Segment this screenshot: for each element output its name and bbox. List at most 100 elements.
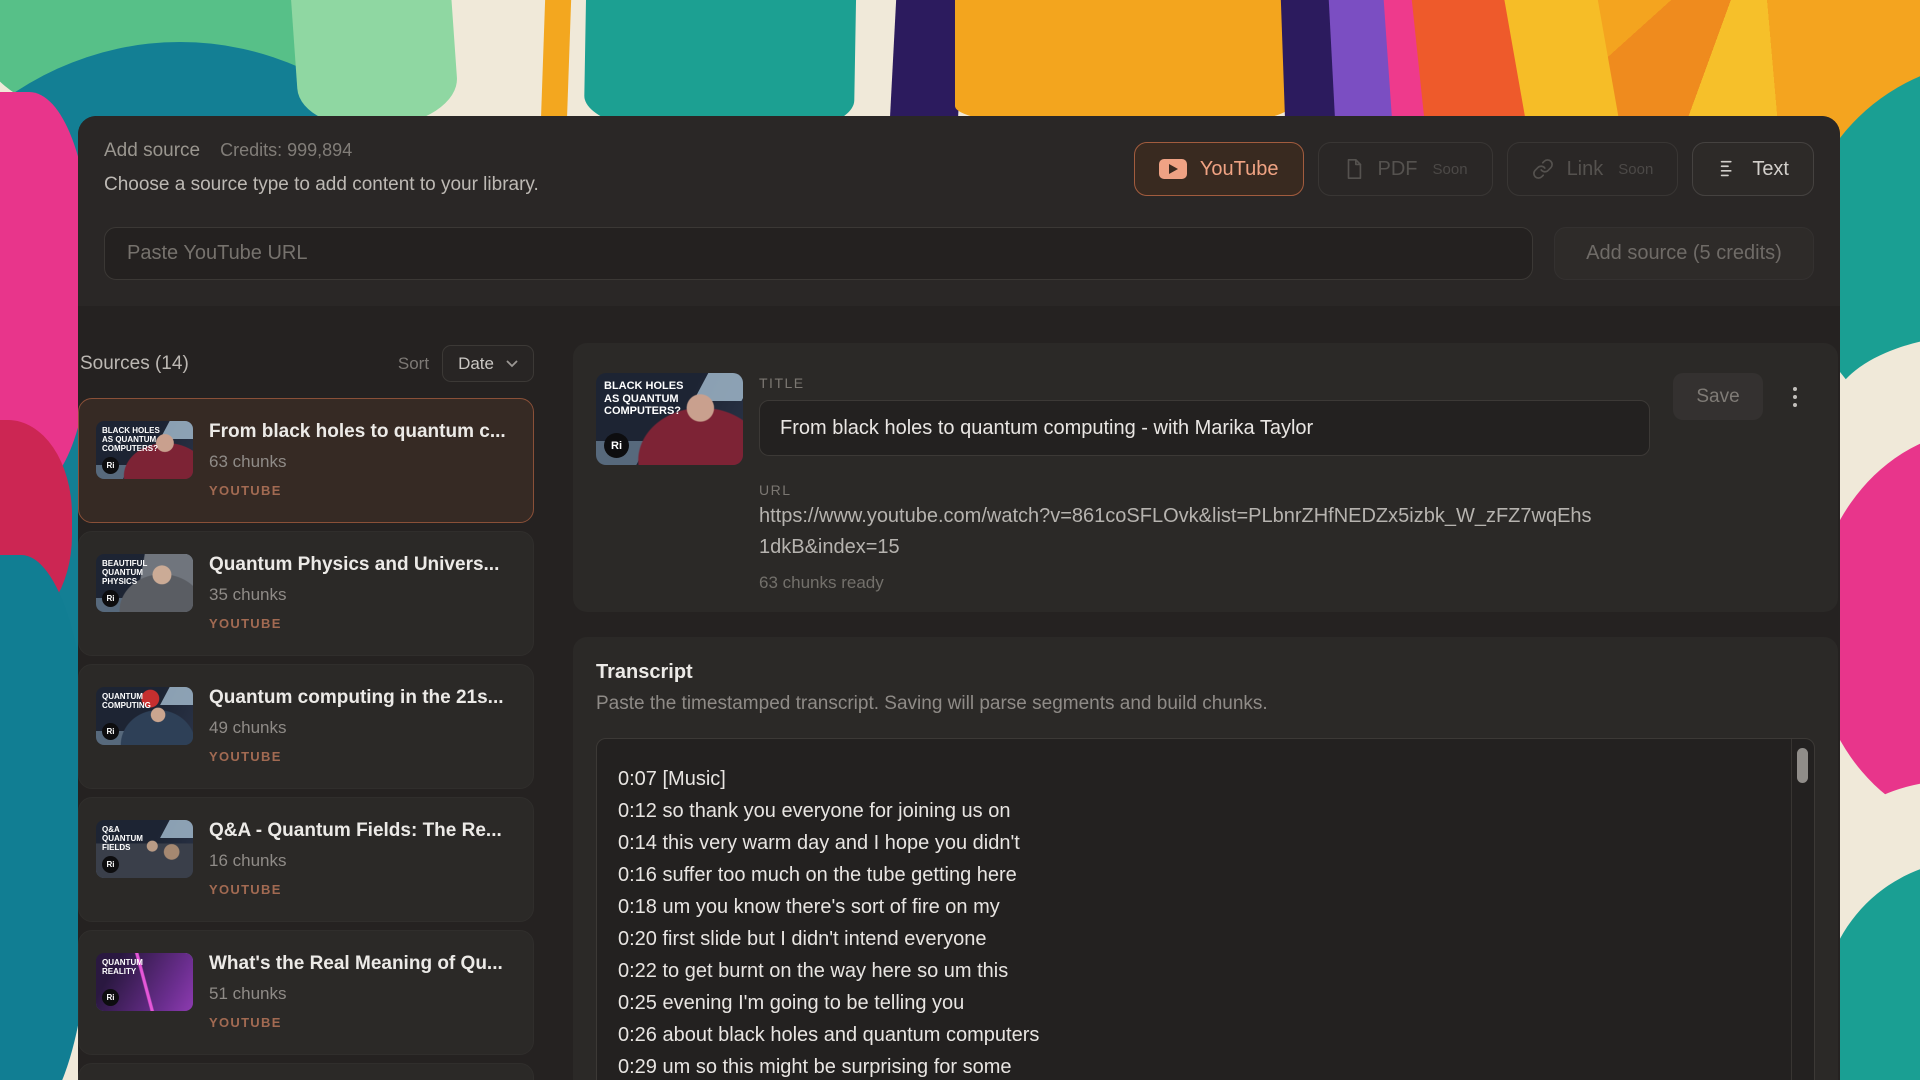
source-type-label: Link	[1567, 158, 1604, 181]
thumb-caption: Beautiful quantum physics	[102, 559, 162, 587]
source-type-pdf-button[interactable]: PDF Soon	[1318, 142, 1493, 196]
source-item-chunks: 16 chunks	[209, 851, 519, 871]
video-thumbnail: Q&A quantum fields Ri	[96, 820, 193, 878]
source-item-title: What's the Real Meaning of Qu...	[209, 953, 519, 975]
scrollbar-track[interactable]	[1791, 739, 1814, 1080]
sources-header: Sources (14) Sort Date	[80, 345, 534, 382]
source-type-label: PDF	[1378, 158, 1418, 181]
youtube-icon	[1159, 159, 1187, 179]
wallpaper-shape	[889, 0, 964, 134]
chevron-down-icon	[506, 360, 518, 368]
source-item-chunks: 63 chunks	[209, 452, 519, 472]
detail-video-thumbnail: Black holes as quantum computers? Ri	[596, 373, 743, 465]
app-panel: Add source Credits: 999,894 Choose a sou…	[78, 116, 1840, 1080]
add-source-button[interactable]: Add source (5 credits)	[1554, 227, 1814, 280]
ri-logo-badge: Ri	[102, 723, 119, 740]
more-options-kebab-icon[interactable]	[1781, 383, 1809, 411]
source-type-text-button[interactable]: Text	[1692, 142, 1814, 196]
transcript-line: 0:29 um so this might be surprising for …	[618, 1051, 1768, 1080]
transcript-line: 0:12 so thank you everyone for joining u…	[618, 795, 1768, 827]
source-type-youtube-button[interactable]: YouTube	[1134, 142, 1304, 196]
source-item-tag: YOUTUBE	[209, 616, 519, 631]
transcript-textarea[interactable]: 0:07 [Music] 0:12 so thank you everyone …	[596, 738, 1815, 1080]
add-source-section: Add source Credits: 999,894 Choose a sou…	[78, 116, 1840, 306]
source-type-label: YouTube	[1200, 158, 1279, 181]
source-url-value: https://www.youtube.com/watch?v=861coSFL…	[759, 501, 1599, 563]
sort-label: Sort	[398, 354, 429, 374]
scrollbar-thumb[interactable]	[1797, 748, 1808, 783]
transcript-line: 0:16 suffer too much on the tube getting…	[618, 859, 1768, 891]
sort-control: Sort Date	[398, 345, 534, 382]
source-item-body: What's the Real Meaning of Qu... 51 chun…	[209, 953, 519, 1030]
url-field-label: URL	[759, 482, 792, 498]
pdf-file-icon	[1343, 158, 1365, 180]
soon-badge: Soon	[1433, 161, 1468, 178]
save-button[interactable]: Save	[1673, 373, 1763, 420]
source-list-item[interactable]: Beautiful quantum physics Ri Quantum Phy…	[78, 531, 534, 656]
source-item-body: Q&A - Quantum Fields: The Re... 16 chunk…	[209, 820, 519, 897]
transcript-line: 0:26 about black holes and quantum compu…	[618, 1019, 1768, 1051]
transcript-line: 0:22 to get burnt on the way here so um …	[618, 955, 1768, 987]
source-item-title: Quantum Physics and Univers...	[209, 554, 519, 576]
ri-logo-badge: Ri	[102, 856, 119, 873]
source-list-item[interactable]: Black holes as quantum computers? Ri Fro…	[78, 398, 534, 523]
source-item-title: Quantum computing in the 21s...	[209, 687, 519, 709]
thumb-caption: Black holes as quantum computers?	[604, 380, 695, 418]
source-item-body: Quantum computing in the 21s... 49 chunk…	[209, 687, 519, 764]
transcript-subtitle: Paste the timestamped transcript. Saving…	[596, 693, 1268, 715]
ri-logo-badge: Ri	[102, 989, 119, 1006]
source-item-chunks: 51 chunks	[209, 984, 519, 1004]
video-thumbnail: Quantum reality Ri	[96, 953, 193, 1011]
source-item-title: From black holes to quantum c...	[209, 421, 519, 443]
soon-badge: Soon	[1618, 161, 1653, 178]
wallpaper-shape	[290, 0, 460, 133]
source-type-link-button[interactable]: Link Soon	[1507, 142, 1679, 196]
source-detail-card: Black holes as quantum computers? Ri TIT…	[573, 343, 1838, 612]
source-list-item[interactable]: Quantum reality Ri What's the Real Meani…	[78, 930, 534, 1055]
transcript-line: 0:07 [Music]	[618, 763, 1768, 795]
wallpaper-shape	[541, 0, 572, 132]
transcript-title: Transcript	[596, 661, 693, 684]
video-thumbnail: Quantum computing Ri	[96, 687, 193, 745]
source-item-tag: YOUTUBE	[209, 882, 519, 897]
source-list-item[interactable]: Quantum computing Ri Quantum computing i…	[78, 664, 534, 789]
text-lines-icon	[1717, 158, 1739, 180]
link-icon	[1532, 158, 1554, 180]
ri-logo-badge: Ri	[604, 433, 629, 458]
source-item-title: Q&A - Quantum Fields: The Re...	[209, 820, 519, 842]
credits-counter: Credits: 999,894	[220, 140, 352, 161]
sources-count-title: Sources (14)	[80, 353, 189, 375]
thumb-caption: Q&A quantum fields	[102, 825, 162, 853]
source-item-chunks: 49 chunks	[209, 718, 519, 738]
transcript-line: 0:20 first slide but I didn't intend eve…	[618, 923, 1768, 955]
source-type-row: YouTube PDF Soon Link Soon Text	[1134, 142, 1814, 196]
source-item-tag: YOUTUBE	[209, 483, 519, 498]
transcript-line: 0:18 um you know there's sort of fire on…	[618, 891, 1768, 923]
url-entry-row: Add source (5 credits)	[104, 227, 1814, 280]
source-item-body: From black holes to quantum c... 63 chun…	[209, 421, 519, 498]
source-item-tag: YOUTUBE	[209, 749, 519, 764]
thumb-caption: Black holes as quantum computers?	[102, 426, 162, 454]
source-item-chunks: 35 chunks	[209, 585, 519, 605]
wallpaper-shape	[955, 0, 1290, 130]
ri-logo-badge: Ri	[102, 457, 119, 474]
thumb-caption: Quantum computing	[102, 692, 162, 710]
ri-logo-badge: Ri	[102, 590, 119, 607]
sort-value: Date	[458, 354, 494, 374]
title-input[interactable]	[759, 400, 1650, 456]
source-list-item[interactable]	[78, 1063, 534, 1080]
thumb-caption: Quantum reality	[102, 958, 162, 976]
youtube-url-input[interactable]	[104, 227, 1533, 280]
sort-select[interactable]: Date	[442, 345, 534, 382]
add-source-header: Add source Credits: 999,894	[104, 140, 352, 162]
source-item-body: Quantum Physics and Univers... 35 chunks…	[209, 554, 519, 631]
source-item-tag: YOUTUBE	[209, 1015, 519, 1030]
transcript-line: 0:14 this very warm day and I hope you d…	[618, 827, 1768, 859]
source-list-item[interactable]: Q&A quantum fields Ri Q&A - Quantum Fiel…	[78, 797, 534, 922]
page-subtitle: Choose a source type to add content to y…	[104, 174, 539, 196]
transcript-card: Transcript Paste the timestamped transcr…	[573, 637, 1838, 1080]
title-field-label: TITLE	[759, 375, 805, 391]
video-thumbnail: Black holes as quantum computers? Ri	[96, 421, 193, 479]
page-title: Add source	[104, 140, 200, 162]
chunks-ready-status: 63 chunks ready	[759, 573, 884, 593]
